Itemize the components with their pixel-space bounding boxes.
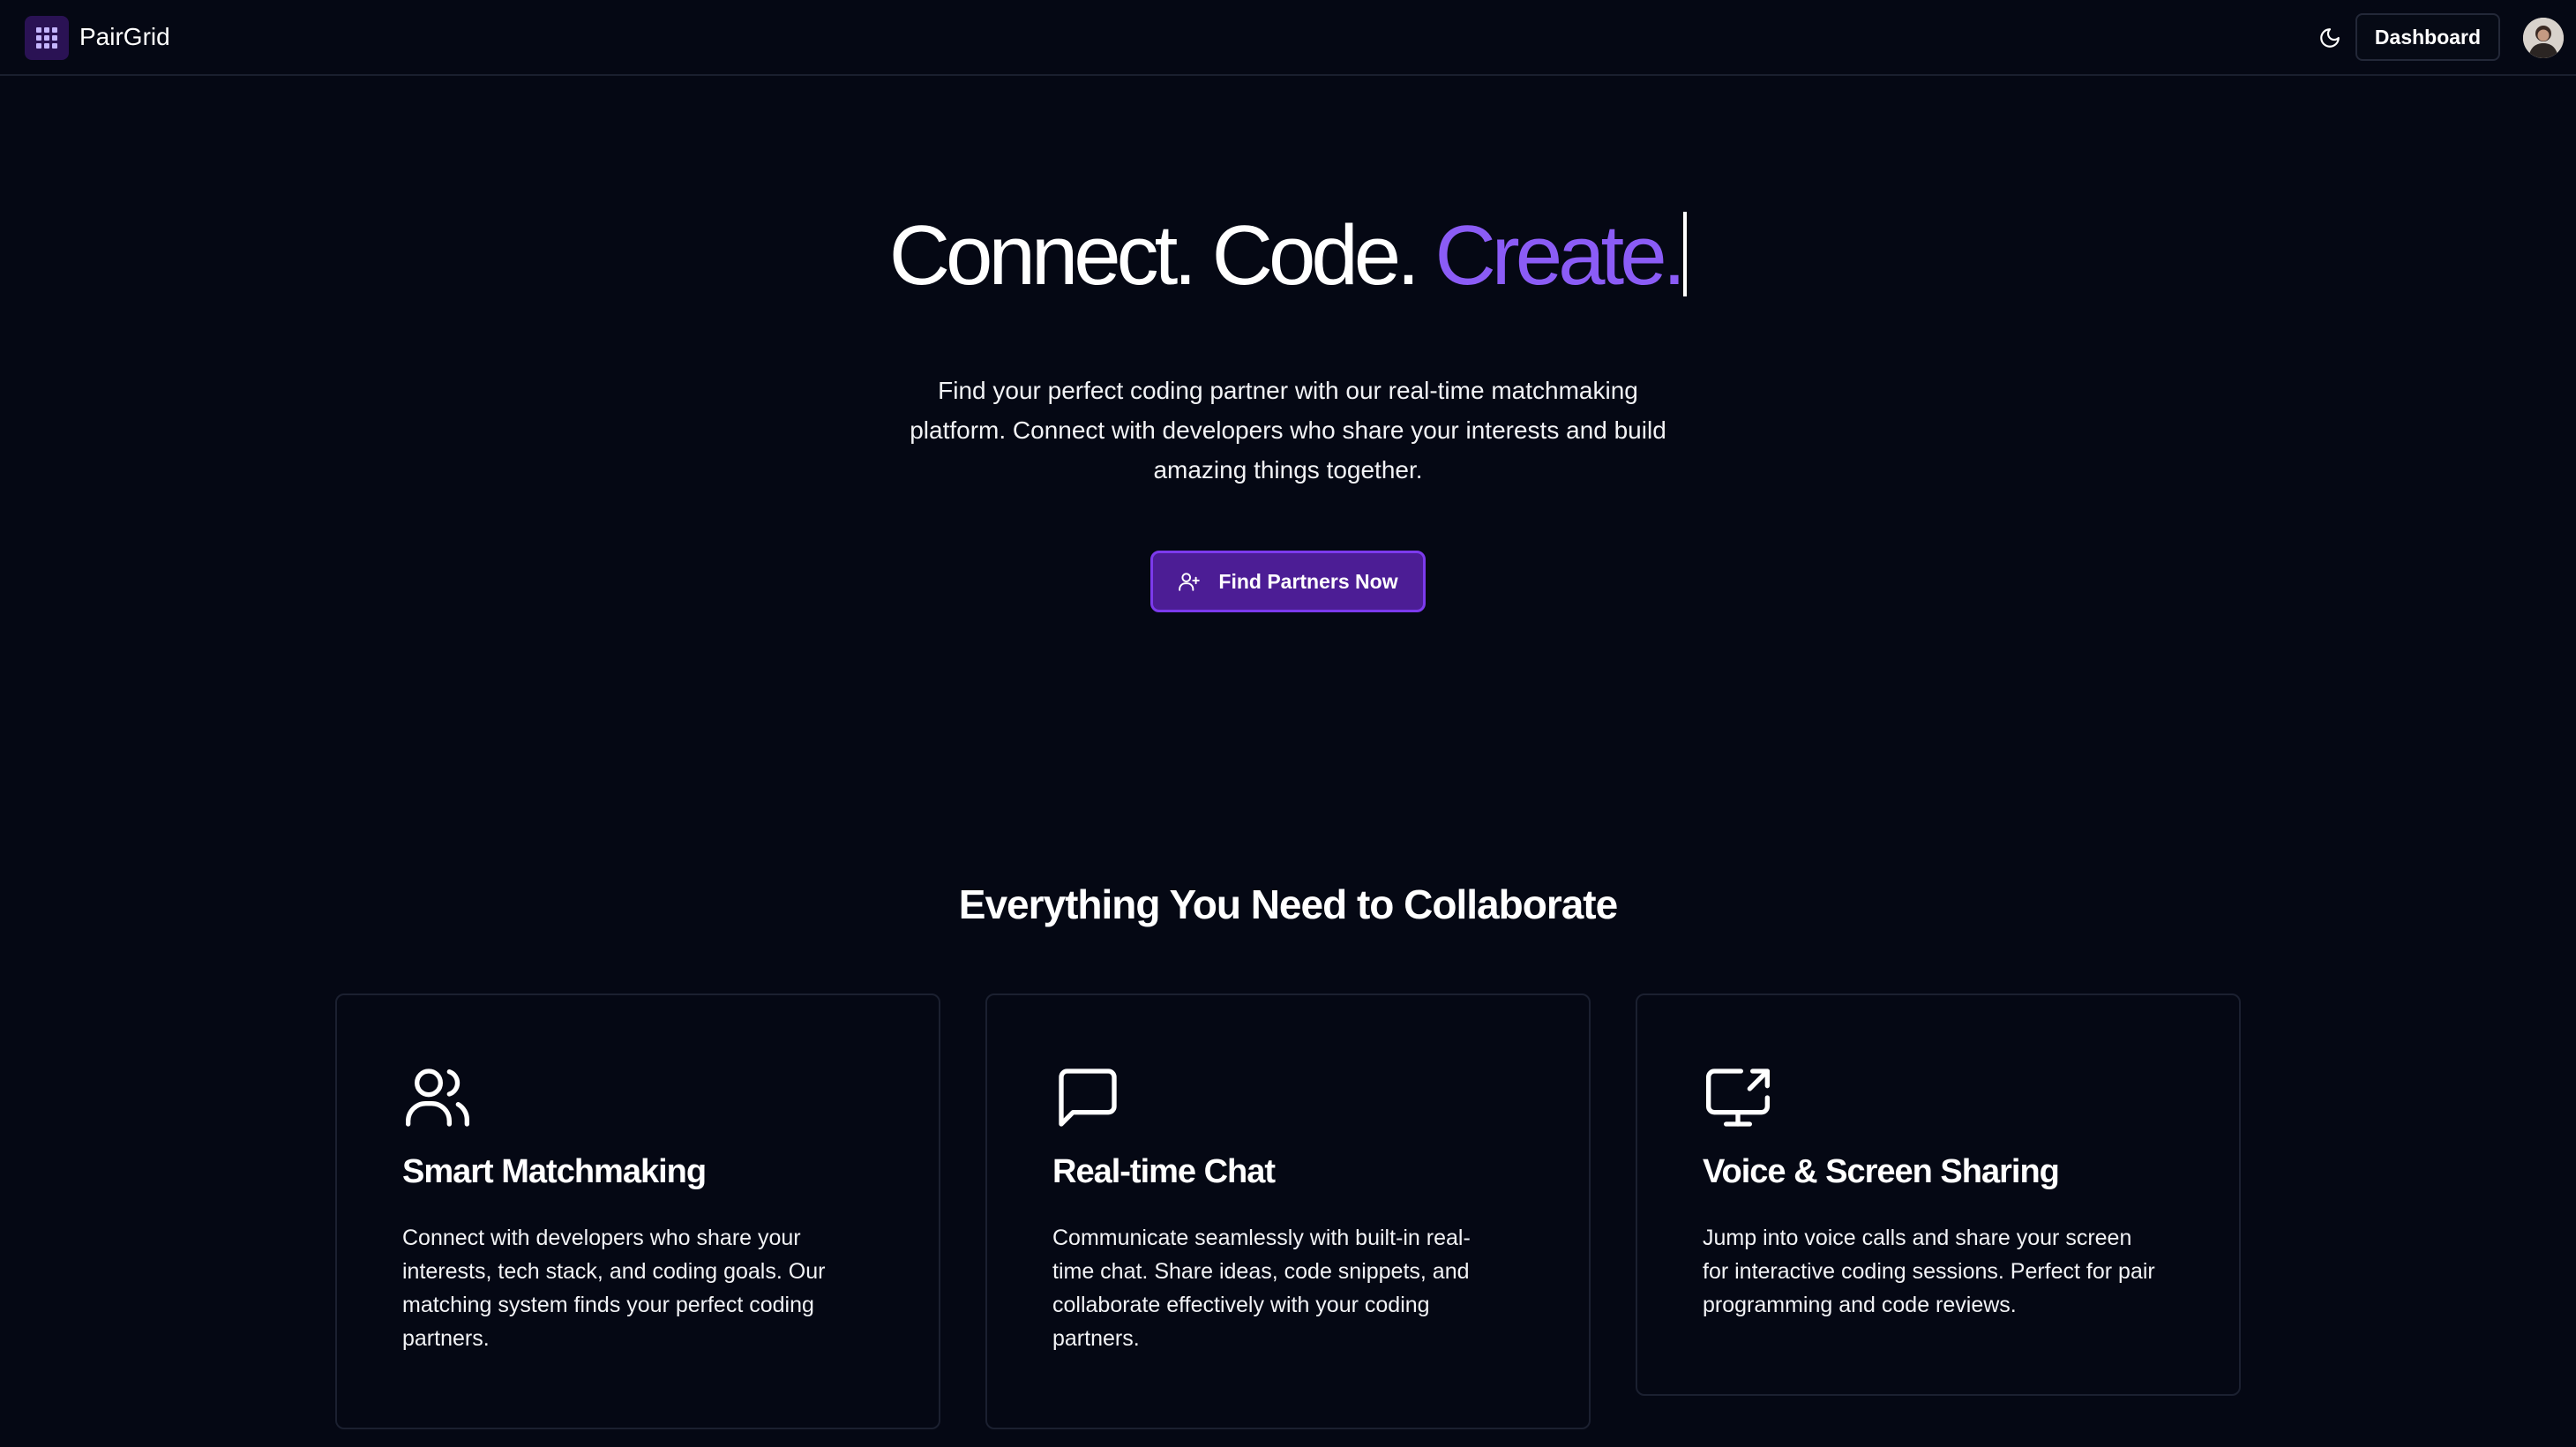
screen-share-icon: [1703, 1062, 1773, 1133]
feature-card-screen-sharing: Voice & Screen Sharing Jump into voice c…: [1636, 993, 2241, 1396]
find-partners-button[interactable]: Find Partners Now: [1150, 551, 1426, 612]
feature-description: Jump into voice calls and share your scr…: [1703, 1226, 2155, 1317]
moon-icon[interactable]: [2315, 23, 2345, 53]
find-partners-label: Find Partners Now: [1218, 569, 1398, 593]
hero-headline-main: Connect. Code.: [888, 208, 1435, 303]
dashboard-button[interactable]: Dashboard: [2355, 13, 2500, 61]
chat-icon: [1052, 1062, 1123, 1133]
feature-description: Connect with developers who share your i…: [402, 1226, 826, 1351]
top-navbar: PairGrid Dashboard: [0, 0, 2576, 76]
feature-title: Smart Matchmaking: [402, 1153, 707, 1190]
feature-card-chat: Real-time Chat Communicate seamlessly wi…: [985, 993, 1591, 1429]
users-icon: [402, 1062, 473, 1133]
feature-title: Real-time Chat: [1052, 1153, 1276, 1190]
add-user-icon: [1179, 573, 1201, 591]
user-avatar[interactable]: [2523, 18, 2564, 58]
feature-description: Communicate seamlessly with built-in rea…: [1052, 1226, 1471, 1351]
feature-card-matchmaking: Smart Matchmaking Connect with developer…: [335, 993, 940, 1429]
grid-logo-icon[interactable]: [25, 16, 69, 60]
brand-name[interactable]: PairGrid: [79, 19, 170, 55]
features-heading: Everything You Need to Collaborate: [958, 881, 1618, 927]
typing-caret: [1683, 212, 1688, 296]
hero-headline: Connect. Code. Create.: [0, 203, 2576, 309]
hero-subtitle: Find your perfect coding partner with ou…: [910, 377, 1666, 484]
feature-title: Voice & Screen Sharing: [1703, 1153, 2060, 1190]
hero-headline-accent: Create.: [1434, 208, 1686, 303]
